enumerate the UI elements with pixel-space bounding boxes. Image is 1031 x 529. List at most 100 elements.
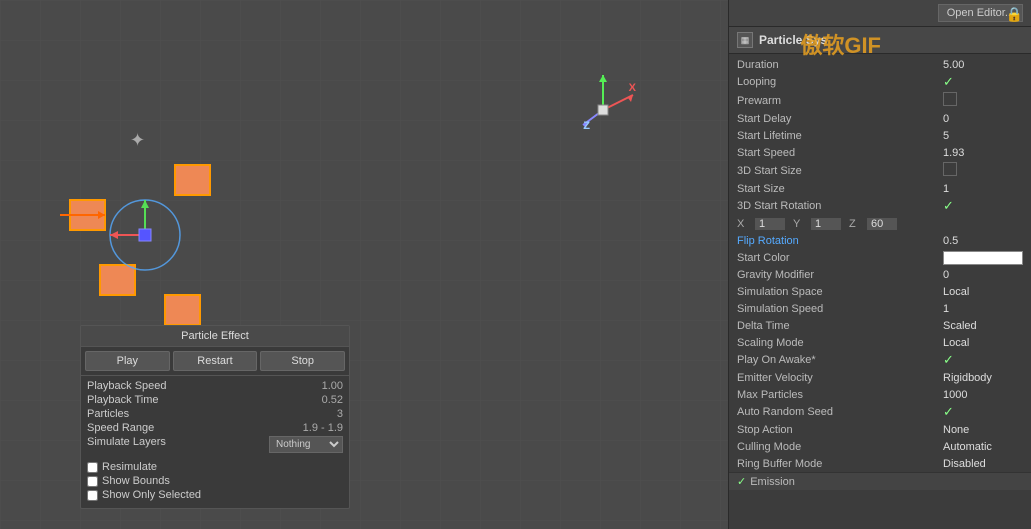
show-bounds-label: Show Bounds [102,475,170,487]
prewarm-check[interactable] [943,92,1023,109]
start-size-value[interactable]: 1 [943,183,1023,195]
flip-rotation-label: Flip Rotation [737,235,943,247]
3d-start-size-check[interactable] [943,162,1023,179]
3d-start-size-label: 3D Start Size [737,165,943,177]
z-label: Z [849,218,863,230]
stop-action-label: Stop Action [737,424,943,436]
simulation-space-value[interactable]: Local [943,286,1023,298]
simulation-speed-label: Simulation Speed [737,303,943,315]
ps-header: ▦ Particle Sys [729,27,1031,54]
simulation-speed-row: Simulation Speed 1 [729,300,1031,317]
start-delay-label: Start Delay [737,113,943,125]
x-value[interactable]: 1 [755,218,785,230]
start-size-row: Start Size 1 [729,180,1031,197]
start-color-label: Start Color [737,252,943,264]
gravity-modifier-value[interactable]: 0 [943,269,1023,281]
particle-effect-panel: Particle Effect Play Restart Stop Playba… [80,325,350,509]
resimulate-row: Resimulate [87,460,343,474]
looping-label: Looping [737,76,943,88]
start-speed-row: Start Speed 1.93 [729,144,1031,161]
emission-row[interactable]: ✓ Emission [729,472,1031,490]
simulate-layers-row: Simulate Layers Nothing Everything [87,435,343,454]
play-on-awake-label: Play On Awake* [737,354,943,366]
auto-random-seed-check[interactable]: ✓ [943,404,1023,420]
playback-time-value: 0.52 [322,394,343,406]
ring-buffer-mode-value[interactable]: Disabled [943,458,1023,470]
light-icon: ✦ [130,130,145,151]
y-value[interactable]: 1 [811,218,841,230]
simulate-layers-label: Simulate Layers [87,436,166,453]
duration-label: Duration [737,59,943,71]
x-label: X [737,218,751,230]
looping-row: Looping ✓ [729,73,1031,91]
flip-rotation-value[interactable]: 0.5 [943,235,1023,247]
simulation-space-row: Simulation Space Local [729,283,1031,300]
start-size-label: Start Size [737,183,943,195]
emission-label: Emission [750,476,795,488]
playback-speed-label: Playback Speed [87,380,167,392]
particles-value: 3 [337,408,343,420]
emitter-velocity-row: Emitter Velocity Rigidbody [729,369,1031,386]
particle-checkboxes: Resimulate Show Bounds Show Only Selecte… [81,457,349,508]
culling-mode-label: Culling Mode [737,441,943,453]
emitter-velocity-value[interactable]: Rigidbody [943,372,1023,384]
restart-button[interactable]: Restart [173,351,258,371]
show-only-selected-row: Show Only Selected [87,488,343,502]
scaling-mode-label: Scaling Mode [737,337,943,349]
lock-icon[interactable]: 🔒 [1006,6,1023,23]
start-lifetime-label: Start Lifetime [737,130,943,142]
start-speed-value[interactable]: 1.93 [943,147,1023,159]
transform-gizmo [105,195,185,278]
ring-buffer-mode-row: Ring Buffer Mode Disabled [729,455,1031,472]
max-particles-value[interactable]: 1000 [943,389,1023,401]
show-only-selected-checkbox[interactable] [87,490,98,501]
particles-label: Particles [87,408,129,420]
resimulate-label: Resimulate [102,461,157,473]
playback-time-row: Playback Time 0.52 [87,393,343,407]
duration-value[interactable]: 5.00 [943,59,1023,71]
prewarm-row: Prewarm [729,91,1031,110]
culling-mode-row: Culling Mode Automatic [729,438,1031,455]
play-button[interactable]: Play [85,351,170,371]
prewarm-label: Prewarm [737,95,943,107]
stop-action-value[interactable]: None [943,424,1023,436]
show-only-selected-label: Show Only Selected [102,489,201,501]
start-delay-row: Start Delay 0 [729,110,1031,127]
start-delay-value[interactable]: 0 [943,113,1023,125]
props-list: Duration 5.00 Looping ✓ Prewarm Start De… [729,54,1031,529]
simulate-layers-select[interactable]: Nothing Everything [269,436,343,453]
stop-action-row: Stop Action None [729,421,1031,438]
stop-button[interactable]: Stop [260,351,345,371]
start-lifetime-row: Start Lifetime 5 [729,127,1031,144]
start-color-row: Start Color [729,249,1031,266]
speed-range-label: Speed Range [87,422,154,434]
start-lifetime-value[interactable]: 5 [943,130,1023,142]
simulation-speed-value[interactable]: 1 [943,303,1023,315]
right-top-bar: Open Editor... [729,0,1031,27]
z-value[interactable]: 60 [867,218,897,230]
3d-start-rotation-label: 3D Start Rotation [737,200,943,212]
particles-row: Particles 3 [87,407,343,421]
axis-x-label: X [629,82,636,94]
start-color-swatch[interactable] [943,251,1023,265]
main-container: X Z < Persp ✦ [0,0,1031,529]
scaling-mode-value[interactable]: Local [943,337,1023,349]
duration-row: Duration 5.00 [729,56,1031,73]
axis-z-label: Z [583,120,590,132]
prewarm-unchecked-icon [943,92,957,106]
show-bounds-checkbox[interactable] [87,476,98,487]
resimulate-checkbox[interactable] [87,462,98,473]
emission-check-icon: ✓ [737,475,746,488]
looping-check[interactable]: ✓ [943,74,1023,90]
ring-buffer-mode-label: Ring Buffer Mode [737,458,943,470]
right-panel: Open Editor... 🔒 ▦ Particle Sys 傲软GIF Du… [728,0,1031,529]
3d-start-size-unchecked-icon [943,162,957,176]
max-particles-label: Max Particles [737,389,943,401]
culling-mode-value[interactable]: Automatic [943,441,1023,453]
3d-start-rotation-check[interactable]: ✓ [943,198,1023,214]
play-on-awake-check[interactable]: ✓ [943,352,1023,368]
delta-time-value[interactable]: Scaled [943,320,1023,332]
show-bounds-row: Show Bounds [87,474,343,488]
delta-time-label: Delta Time [737,320,943,332]
3d-start-rotation-row: 3D Start Rotation ✓ [729,197,1031,215]
